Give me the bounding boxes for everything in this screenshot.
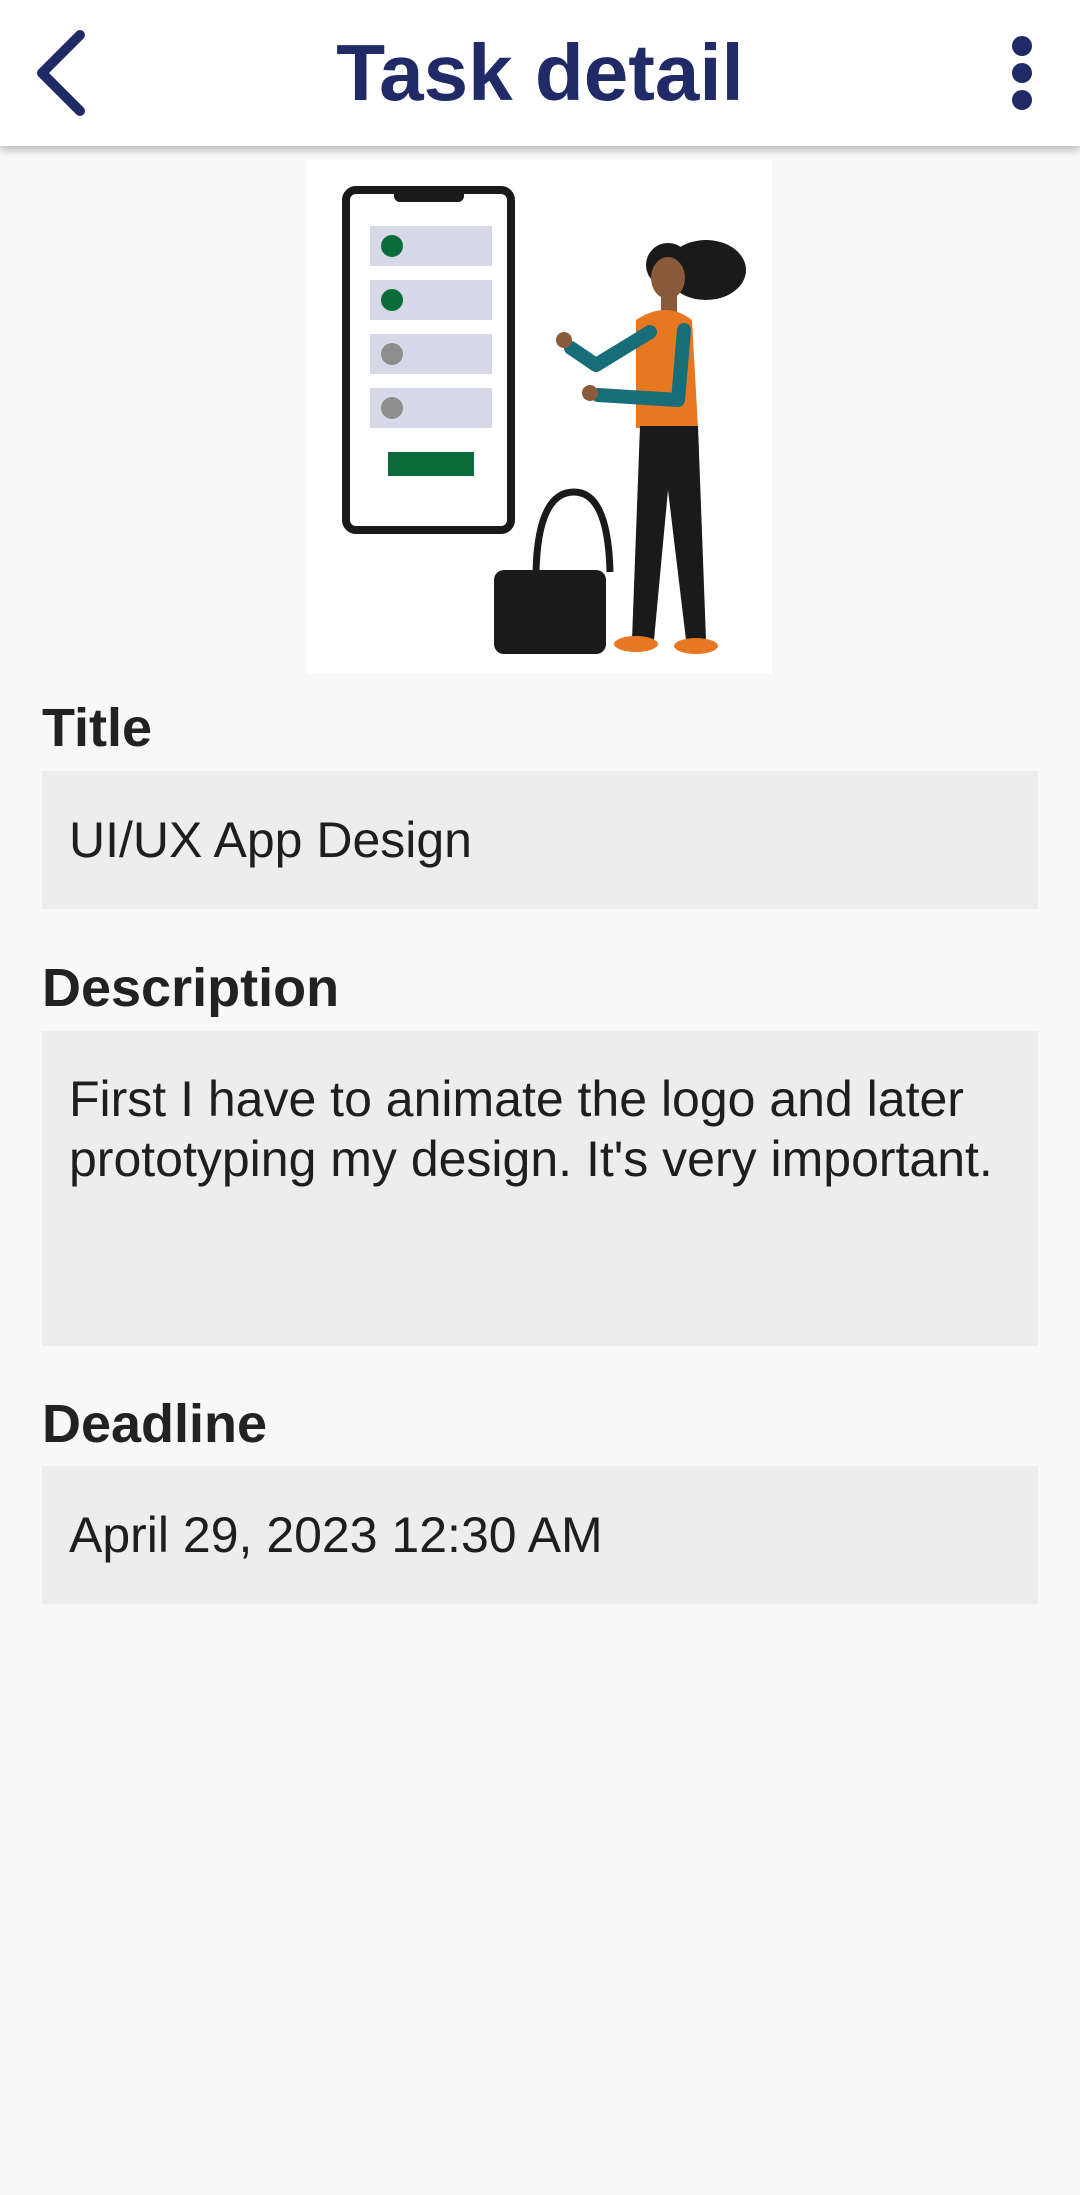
description-field[interactable]: First I have to animate the logo and lat… xyxy=(42,1031,1038,1346)
description-label: Description xyxy=(42,958,340,1018)
app-bar: Task detail xyxy=(0,0,1080,146)
more-vertical-icon xyxy=(1012,36,1032,110)
page-title: Task detail xyxy=(336,28,744,117)
more-options-button[interactable] xyxy=(972,23,1072,123)
title-field[interactable]: UI/UX App Design xyxy=(42,771,1038,909)
deadline-label: Deadline xyxy=(42,1394,268,1454)
title-label: Title xyxy=(42,698,153,758)
deadline-field[interactable]: April 29, 2023 12:30 AM xyxy=(42,1466,1038,1604)
task-illustration xyxy=(306,160,772,674)
task-checklist-illustration xyxy=(342,186,746,654)
